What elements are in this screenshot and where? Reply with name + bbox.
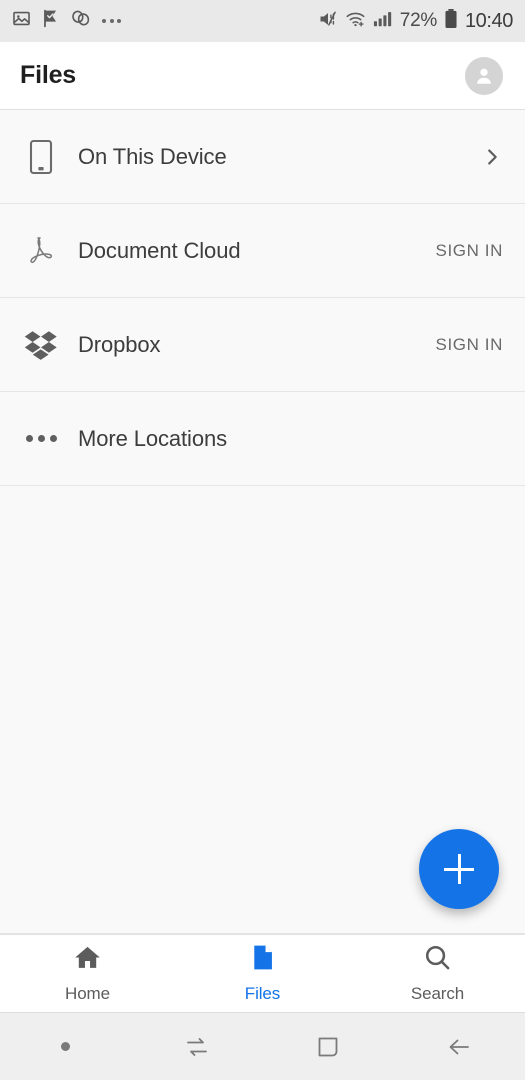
status-bar: 72% 10:40 bbox=[0, 0, 525, 42]
nav-tab-search[interactable]: Search bbox=[350, 935, 525, 1012]
dropbox-icon bbox=[18, 329, 64, 361]
account-avatar-icon[interactable] bbox=[465, 56, 503, 95]
list-item-action[interactable]: SIGN IN bbox=[436, 335, 504, 355]
home-square-icon[interactable] bbox=[263, 1034, 394, 1060]
list-item-label: On This Device bbox=[78, 143, 227, 169]
back-arrow-icon[interactable] bbox=[394, 1034, 525, 1060]
app-header: Files bbox=[0, 42, 525, 110]
plus-icon bbox=[444, 854, 474, 884]
list-item-document-cloud[interactable]: Document Cloud SIGN IN bbox=[0, 204, 525, 298]
battery-icon bbox=[444, 8, 458, 34]
flag-check-icon bbox=[42, 9, 59, 33]
recents-icon[interactable] bbox=[131, 1034, 262, 1060]
file-document-icon bbox=[248, 943, 277, 977]
ellipsis-icon bbox=[25, 435, 57, 442]
list-item-action[interactable]: SIGN IN bbox=[436, 241, 504, 261]
wifi-icon bbox=[345, 9, 366, 33]
list-item-label: Document Cloud bbox=[78, 237, 241, 263]
nav-tab-label: Home bbox=[65, 984, 110, 1003]
page-title: Files bbox=[20, 61, 76, 89]
nav-tab-label: Files bbox=[244, 984, 281, 1003]
status-bar-right-icons: 72% 10:40 bbox=[318, 8, 513, 34]
search-icon bbox=[423, 943, 452, 977]
adobe-acrobat-icon bbox=[18, 234, 64, 268]
link-icon bbox=[70, 9, 91, 33]
sign-in-button[interactable]: SIGN IN bbox=[436, 335, 504, 355]
chevron-right-icon[interactable] bbox=[481, 146, 503, 168]
app-screen: 72% 10:40 Files On This Device Document … bbox=[0, 0, 525, 1080]
image-icon bbox=[12, 9, 31, 33]
nav-tab-home[interactable]: Home bbox=[0, 935, 175, 1012]
list-item-on-this-device[interactable]: On This Device bbox=[0, 110, 525, 204]
list-item-more-locations[interactable]: More Locations bbox=[0, 392, 525, 486]
list-item-label: More Locations bbox=[78, 425, 228, 451]
android-system-navigation bbox=[0, 1012, 525, 1080]
phone-device-icon bbox=[18, 139, 64, 175]
locations-list: On This Device Document Cloud SIGN IN Dr… bbox=[0, 110, 525, 486]
sign-in-button[interactable]: SIGN IN bbox=[436, 241, 504, 261]
status-bar-clock: 10:40 bbox=[464, 9, 513, 32]
list-item-dropbox[interactable]: Dropbox SIGN IN bbox=[0, 298, 525, 392]
status-bar-left-icons bbox=[12, 9, 121, 33]
volume-mute-icon bbox=[318, 9, 338, 34]
bottom-navigation: Home Files Search bbox=[0, 934, 525, 1012]
nav-tab-files[interactable]: Files bbox=[175, 935, 350, 1012]
home-icon bbox=[73, 943, 102, 977]
nav-tab-label: Search bbox=[410, 984, 465, 1003]
dot-indicator-icon[interactable] bbox=[0, 1042, 131, 1051]
list-item-action[interactable] bbox=[481, 146, 503, 168]
list-item-label: Dropbox bbox=[78, 331, 161, 357]
overflow-dots-icon bbox=[102, 19, 121, 23]
add-file-fab-button[interactable] bbox=[419, 829, 499, 909]
cellular-signal-icon bbox=[373, 9, 393, 33]
battery-percent-label: 72% bbox=[399, 10, 437, 31]
content-area bbox=[0, 486, 525, 934]
